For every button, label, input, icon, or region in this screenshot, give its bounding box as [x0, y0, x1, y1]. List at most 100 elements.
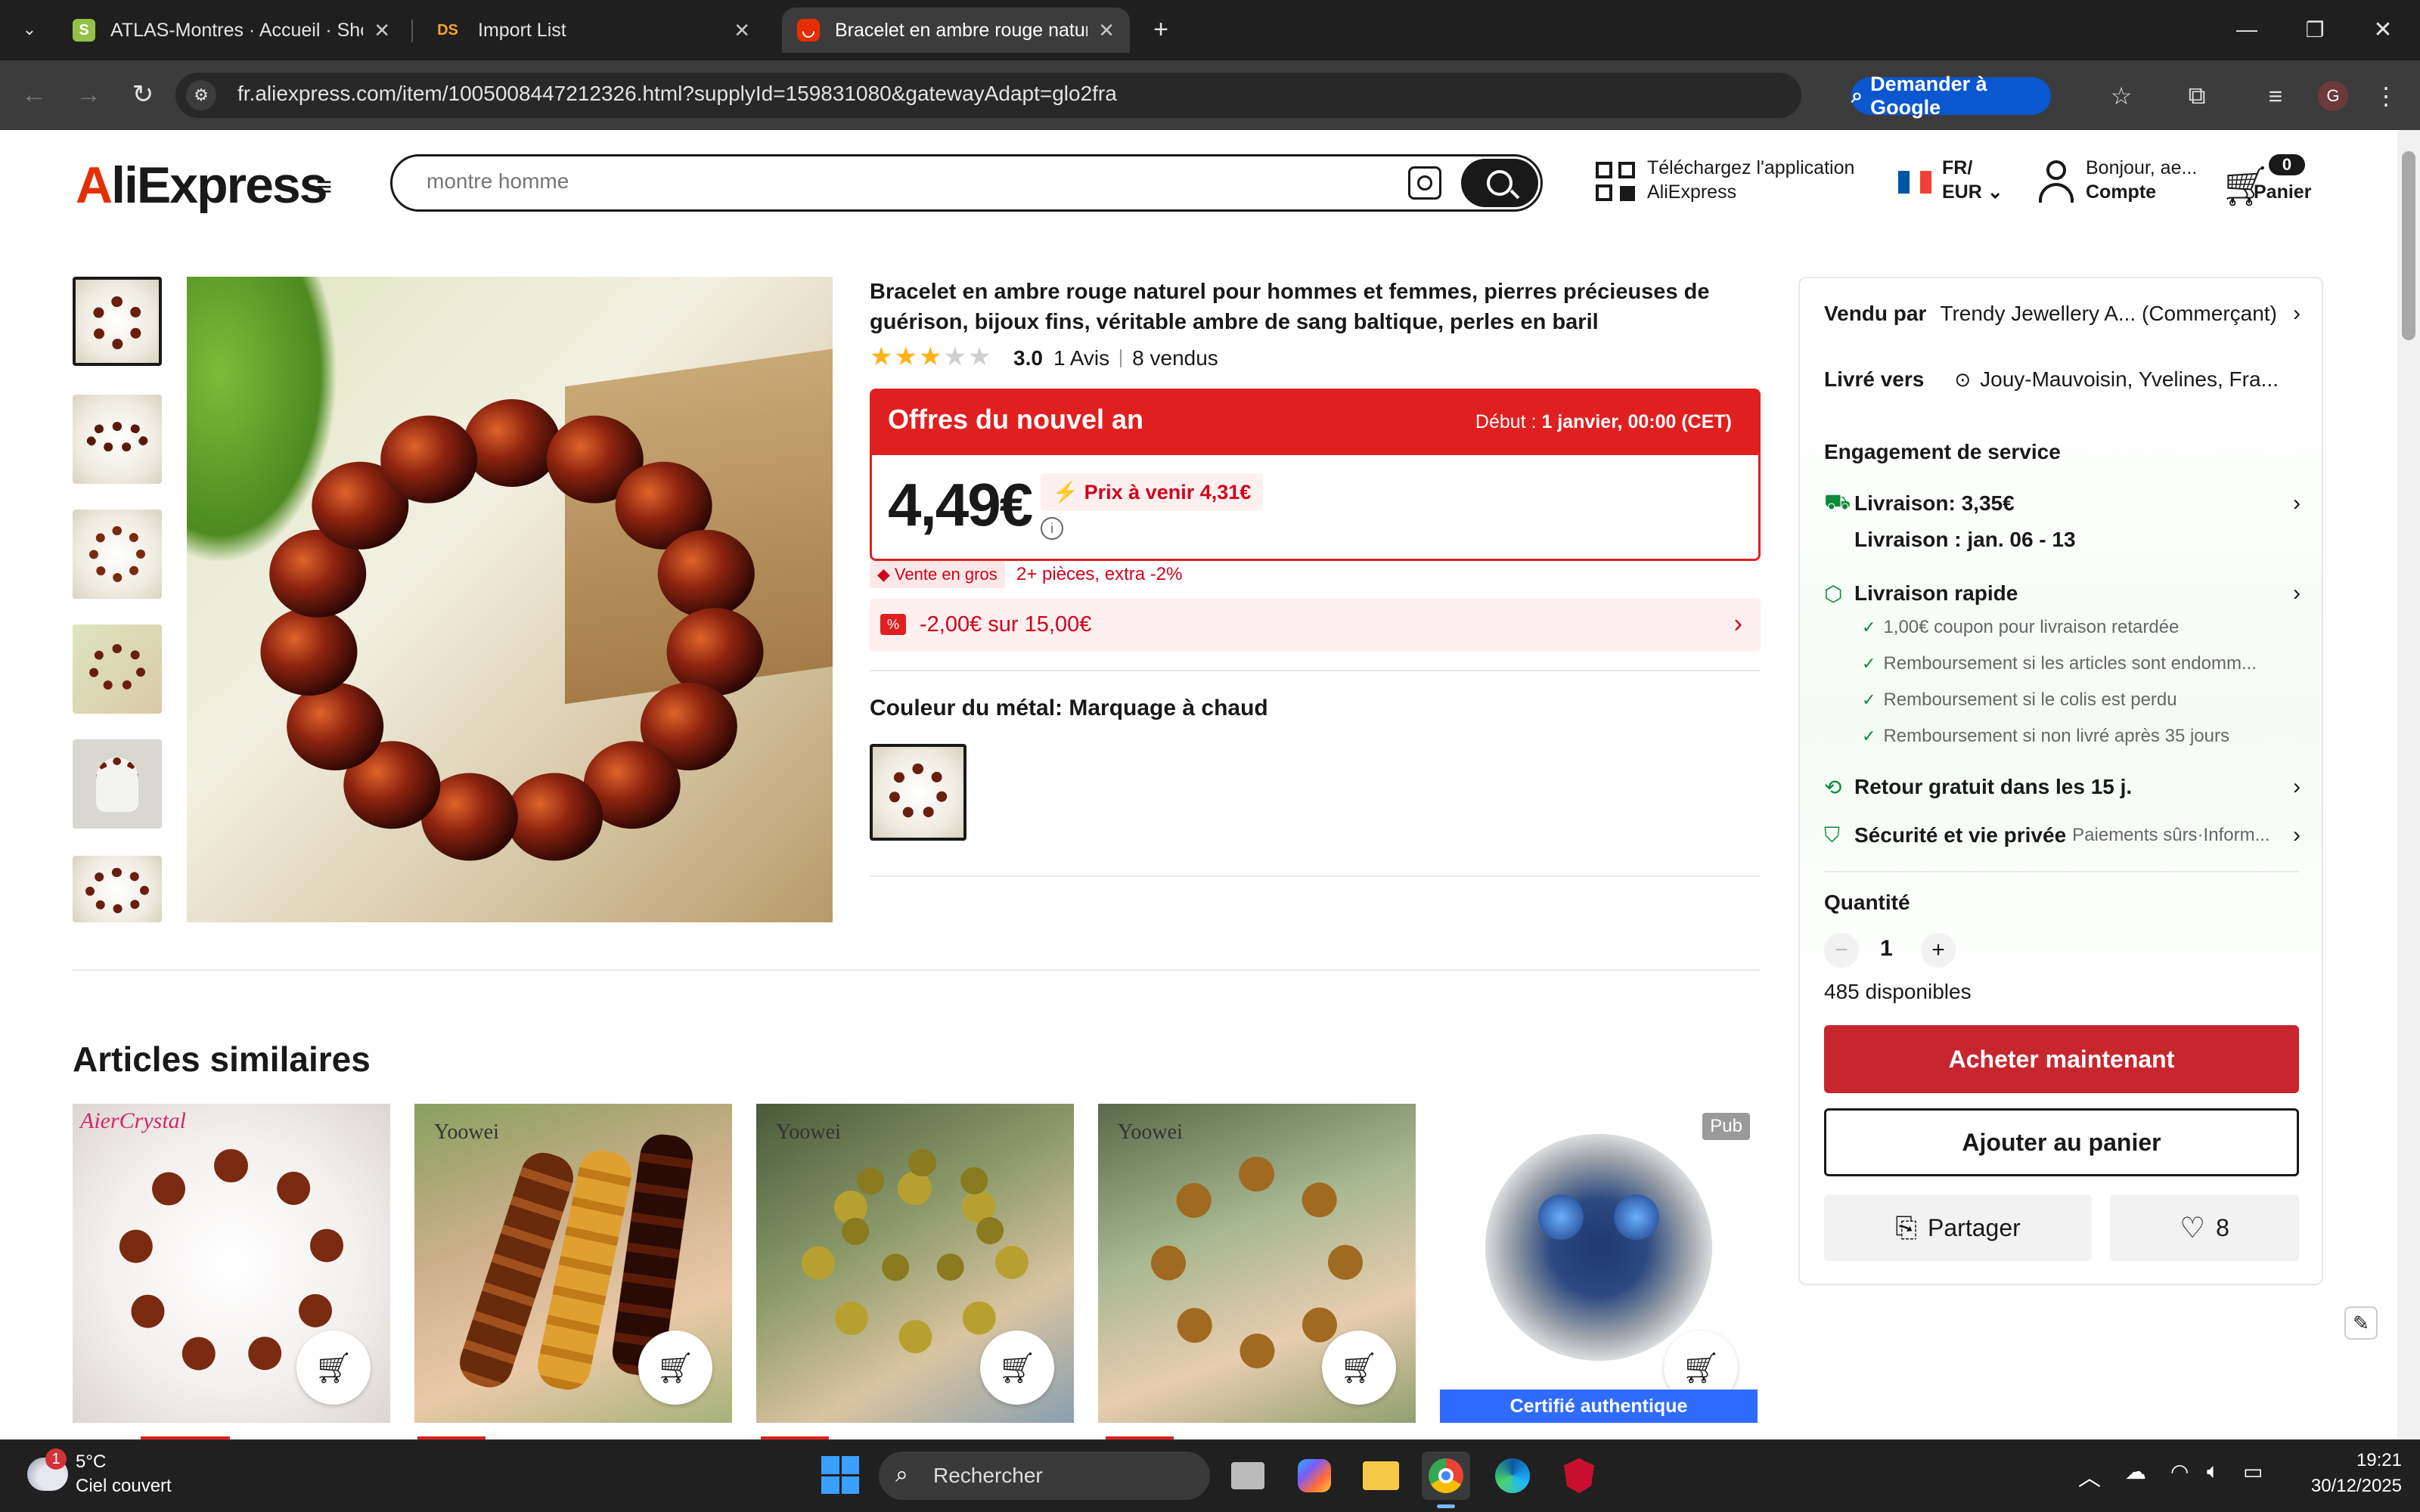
aliexpress-logo[interactable]: AliExpress — [76, 156, 328, 215]
back-icon[interactable]: ← — [15, 76, 53, 113]
amber-bead — [666, 608, 764, 696]
reload-icon[interactable]: ↻ — [124, 76, 162, 113]
bookmark-star-icon[interactable]: ☆ — [2102, 77, 2140, 115]
color-option-swatch[interactable] — [870, 744, 966, 841]
extensions-icon[interactable]: ⧉ — [2178, 77, 2216, 115]
tab-search-chevron-icon[interactable]: ⌄ — [11, 11, 48, 48]
add-to-cart-icon[interactable]: 🛒︎ — [296, 1331, 371, 1405]
product-thumbnail[interactable] — [73, 277, 162, 366]
url-text[interactable]: fr.aliexpress.com/item/1005008447212326.… — [237, 82, 1117, 106]
close-icon[interactable]: ✕ — [1098, 19, 1115, 42]
wishlist-button[interactable]: ♡ 8 — [2110, 1194, 2299, 1261]
fast-delivery-row[interactable]: ⬡ Livraison rapide › — [1824, 581, 2301, 606]
info-icon[interactable]: i — [1041, 517, 1063, 540]
product-thumbnail[interactable] — [73, 395, 162, 484]
close-icon[interactable]: ✕ — [734, 19, 750, 42]
edge-icon[interactable] — [1488, 1452, 1537, 1500]
product-thumbnail[interactable] — [73, 624, 162, 714]
chevron-down-icon: ⌄ — [1987, 181, 2003, 203]
product-thumbnail[interactable] — [73, 856, 162, 922]
quantity-decrease-button[interactable]: − — [1824, 933, 1859, 968]
scrollbar-thumb[interactable] — [2402, 151, 2415, 340]
guarantee-item: ✓ Remboursement si le colis est perdu — [1862, 689, 2177, 710]
mcafee-icon[interactable] — [1555, 1452, 1603, 1500]
image-search-icon[interactable] — [1408, 166, 1441, 200]
free-return-row[interactable]: ⟲ Retour gratuit dans les 15 j. › — [1824, 774, 2301, 800]
buy-now-button[interactable]: Acheter maintenant — [1824, 1025, 2299, 1093]
product-main-image[interactable] — [187, 277, 833, 922]
similar-product-card[interactable]: Yoowei 🛒︎ — [414, 1104, 732, 1423]
chevron-right-icon: › — [2293, 823, 2301, 847]
forward-icon[interactable]: → — [70, 76, 107, 113]
sold-count: 8 vendus — [1132, 346, 1218, 370]
similar-product-card[interactable]: Pub 🛒︎ Certifié authentique — [1440, 1104, 1758, 1423]
windows-start-icon[interactable] — [821, 1456, 859, 1494]
cart-count-badge: 0 — [2269, 154, 2305, 175]
media-control-icon[interactable]: ≡ — [2257, 77, 2294, 115]
add-to-cart-icon[interactable]: 🛒︎ — [980, 1331, 1054, 1405]
product-thumbnail[interactable] — [73, 739, 162, 829]
reviews-link[interactable]: 1 Avis — [1053, 346, 1109, 370]
taskbar-search[interactable] — [879, 1452, 1210, 1500]
battery-icon[interactable]: ▭ — [2243, 1459, 2263, 1484]
search-input[interactable]: montre homme — [427, 169, 569, 194]
tab-import-list[interactable]: DS Import List ✕ — [417, 8, 765, 53]
star-icon: ★ — [943, 342, 966, 371]
tab-aliexpress-product[interactable]: ◡ Bracelet en ambre rouge naturel ✕ — [782, 8, 1130, 53]
site-info-icon[interactable]: ⚙ — [186, 80, 216, 110]
similar-product-card[interactable]: Yoowei 🛒︎ — [1098, 1104, 1416, 1423]
window-close-icon[interactable]: ✕ — [2364, 11, 2402, 48]
copilot-icon[interactable] — [1290, 1452, 1339, 1500]
tray-expand-icon[interactable]: ︿ — [2078, 1459, 2101, 1492]
lens-icon: ⌕ — [1851, 84, 1863, 107]
delivery-row[interactable]: ⛟ Livraison: 3,35€ › — [1824, 490, 2301, 517]
quantity-increase-button[interactable]: + — [1921, 933, 1956, 968]
ask-google-button[interactable]: ⌕ Demander à Google — [1851, 73, 2051, 119]
sold-by-row[interactable]: Vendu par Trendy Jewellery A... (Commerç… — [1824, 301, 2301, 327]
share-button[interactable]: ⎘ Partager — [1824, 1194, 2092, 1261]
clock-time[interactable]: 19:21 — [2347, 1450, 2402, 1471]
clock-date[interactable]: 30/12/2025 — [2291, 1476, 2402, 1497]
security-row[interactable]: ⛉ Sécurité et vie privée Paiements sûrs·… — [1824, 823, 2301, 848]
add-to-cart-button[interactable]: Ajouter au panier — [1824, 1108, 2299, 1176]
chrome-taskbar-icon[interactable] — [1422, 1452, 1470, 1500]
hamburger-menu-icon[interactable]: ≡ — [316, 171, 332, 203]
return-icon: ⟲ — [1824, 775, 1842, 799]
minimize-icon[interactable]: — — [2228, 11, 2266, 48]
search-button[interactable] — [1461, 159, 1538, 207]
new-tab-plus-icon[interactable]: + — [1142, 11, 1180, 48]
add-to-cart-icon[interactable]: 🛒︎ — [638, 1331, 712, 1405]
restore-icon[interactable]: ❐ — [2296, 11, 2334, 48]
chrome-menu-icon[interactable]: ⋮ — [2367, 77, 2405, 115]
weather-temp[interactable]: 5°C — [76, 1452, 106, 1473]
edit-feedback-icon[interactable]: ✎ — [2344, 1306, 2378, 1340]
tab-shopify[interactable]: S ATLAS-Montres · Accueil · Shop ✕ — [57, 8, 405, 53]
weather-desc[interactable]: Ciel couvert — [76, 1476, 172, 1497]
ship-to-row[interactable]: Livré vers ⊙ Jouy-Mauvoisin, Yvelines, F… — [1824, 367, 2301, 392]
file-explorer-icon[interactable] — [1357, 1452, 1405, 1500]
guarantee-item: ✓ Remboursement si les articles sont endo… — [1862, 653, 2257, 674]
card-brand: AierCrystal — [80, 1108, 186, 1133]
volume-icon[interactable]: 🔈︎ — [2207, 1459, 2220, 1484]
coupon-row[interactable]: % -2,00€ sur 15,00€ › — [870, 599, 1761, 652]
card-brand: Yoowei — [776, 1120, 841, 1144]
stock-available: 485 disponibles — [1824, 980, 1972, 1003]
profile-avatar[interactable]: G — [2314, 77, 2352, 115]
similar-product-card[interactable]: AierCrystal 🛒︎ — [73, 1104, 390, 1423]
quantity-value[interactable]: 1 — [1880, 936, 1893, 962]
service-title: Engagement de service — [1824, 440, 2061, 463]
windows-taskbar — [0, 1439, 2420, 1512]
close-icon[interactable]: ✕ — [374, 19, 390, 42]
add-to-cart-icon[interactable]: 🛒︎ — [1322, 1331, 1396, 1405]
star-icon: ★ — [967, 342, 991, 371]
onedrive-icon[interactable]: ☁ — [2125, 1459, 2146, 1484]
wifi-icon[interactable]: ◠ — [2170, 1459, 2189, 1484]
download-app-link[interactable]: Téléchargez l'application AliExpress — [1647, 156, 1854, 204]
account-menu[interactable]: Bonjour, ae... Compte — [2086, 156, 2197, 204]
task-view-icon[interactable] — [1224, 1452, 1272, 1500]
similar-product-card[interactable]: Yoowei 🛒︎ — [756, 1104, 1074, 1423]
product-thumbnail[interactable] — [73, 510, 162, 599]
wholesale-badge: ◆ Vente en gros — [870, 561, 1005, 588]
language-currency-selector[interactable]: FR/ EUR ⌄ — [1942, 156, 2003, 204]
cart-label[interactable]: Panier — [2254, 180, 2311, 204]
